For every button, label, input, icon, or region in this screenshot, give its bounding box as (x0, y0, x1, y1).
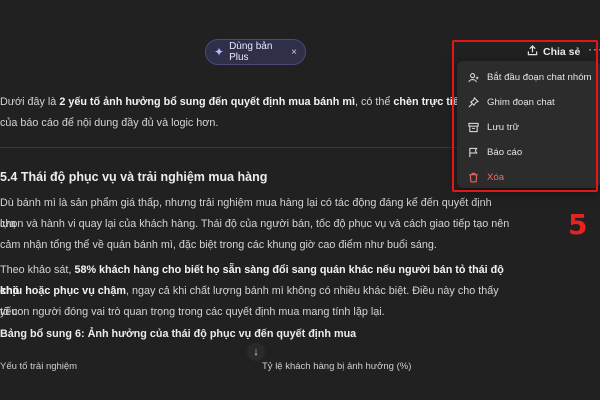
close-icon[interactable]: × (291, 47, 297, 58)
intro-line-2: của báo cáo để nội dung đầy đủ và logic … (0, 117, 219, 129)
sparkle-icon: ✦ (214, 45, 225, 59)
survey-bold-text-2: chịu hoặc phục vụ chậm (0, 285, 126, 297)
annotation-step-number: 5 (568, 208, 588, 241)
paragraph-line: chọn và hành vi quay lại của khách hàng.… (0, 218, 510, 230)
upgrade-plus-pill[interactable]: ✦ Dùng bản Plus × (205, 39, 306, 65)
survey-line-3: tố con người đóng vai trò quan trọng tro… (0, 306, 385, 318)
intro-bold-text: 2 yếu tố ảnh hưởng bổ sung đến quyết địn… (59, 96, 355, 108)
table-heading: Bảng bổ sung 6: Ảnh hưởng của thái độ ph… (0, 328, 357, 340)
intro-paragraph: Dưới đây là 2 yếu tố ảnh hưởng bổ sung đ… (0, 92, 510, 113)
intro-text-mid: , có thể (354, 96, 394, 108)
table-column-header: Tỷ lệ khách hàng bị ảnh hưởng (%) (262, 361, 412, 372)
paragraph-line: cảm nhận tổng thể về quán bánh mì, đặc b… (0, 239, 437, 251)
arrow-down-icon: ↓ (253, 346, 259, 358)
scroll-down-button[interactable]: ↓ (247, 343, 265, 361)
section-divider (0, 147, 460, 148)
upgrade-plus-label: Dùng bản Plus (229, 41, 273, 63)
table-column-header: Yếu tố trải nghiệm (0, 361, 78, 372)
intro-text: Dưới đây là (0, 96, 60, 108)
annotation-highlight-box (452, 40, 598, 192)
survey-text: Theo khảo sát, (0, 264, 75, 276)
section-heading: 5.4 Thái độ phục vụ và trải nghiệm mua h… (0, 170, 268, 184)
